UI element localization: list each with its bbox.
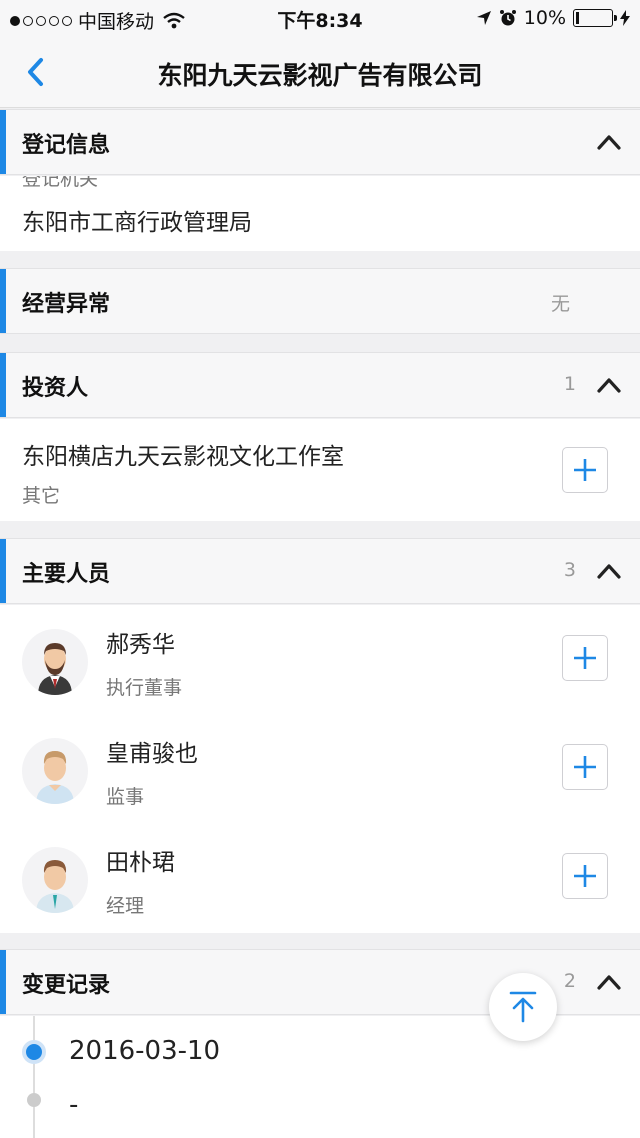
chevron-up-icon[interactable] xyxy=(596,132,622,152)
section-header-key-persons[interactable]: 主要人员 3 xyxy=(0,538,640,604)
change-timeline xyxy=(0,1016,640,1138)
list-item[interactable]: 郝秀华 执行董事 xyxy=(0,605,640,714)
avatar xyxy=(22,847,88,913)
alarm-icon xyxy=(499,10,516,26)
person-role: 执行董事 xyxy=(106,677,183,699)
person-name: 郝秀华 xyxy=(106,632,175,658)
section-count: 2 xyxy=(563,970,576,992)
list-item[interactable]: 田朴珺 经理 xyxy=(0,823,640,933)
timeline-dot xyxy=(27,1093,41,1107)
change-date[interactable]: - xyxy=(69,1090,78,1120)
chevron-up-icon[interactable] xyxy=(596,561,622,581)
chevron-up-icon[interactable] xyxy=(596,972,622,992)
section-count: 3 xyxy=(563,559,576,581)
registration-authority-value: 东阳市工商行政管理局 xyxy=(22,210,252,236)
navigation-bar: 东阳九天云影视广告有限公司 xyxy=(0,36,640,108)
add-follow-button[interactable] xyxy=(562,635,608,681)
page-title: 东阳九天云影视广告有限公司 xyxy=(157,61,483,90)
person-role: 经理 xyxy=(106,895,145,917)
person-name: 皇甫骏也 xyxy=(106,741,198,767)
arrow-up-to-top-icon xyxy=(509,991,537,1023)
section-accent-bar xyxy=(0,950,6,1014)
section-header-registration[interactable]: 登记信息 xyxy=(0,109,640,175)
plus-icon xyxy=(574,459,596,481)
battery-percent: 10% xyxy=(523,7,566,29)
person-name: 田朴珺 xyxy=(106,850,175,876)
list-item[interactable]: 皇甫骏也 监事 xyxy=(0,714,640,823)
plus-icon xyxy=(574,756,596,778)
section-title: 主要人员 xyxy=(22,562,111,587)
section-accent-bar xyxy=(0,539,6,603)
registration-panel: 登记机关 东阳市工商行政管理局 xyxy=(0,176,640,251)
investor-list: 东阳横店九天云影视文化工作室 其它 xyxy=(0,419,640,521)
person-bearded-icon xyxy=(38,643,72,695)
person-icon xyxy=(36,751,74,804)
section-accent-bar xyxy=(0,269,6,333)
key-persons-list: 郝秀华 执行董事 皇甫骏也 监事 田朴珺 经理 xyxy=(0,605,640,933)
chevron-up-icon[interactable] xyxy=(596,375,622,395)
add-follow-button[interactable] xyxy=(562,744,608,790)
change-date[interactable]: 2016-03-10 xyxy=(69,1036,220,1066)
registration-authority-label: 登记机关 xyxy=(22,176,99,190)
section-accent-bar xyxy=(0,353,6,417)
scroll-to-top-button[interactable] xyxy=(489,973,557,1041)
person-role: 监事 xyxy=(106,786,145,808)
avatar xyxy=(22,629,88,695)
person-tie-icon xyxy=(36,860,74,913)
investor-type: 其它 xyxy=(22,485,61,507)
section-header-abnormal[interactable]: 经营异常 无 xyxy=(0,268,640,334)
add-follow-button[interactable] xyxy=(562,853,608,899)
section-accent-bar xyxy=(0,110,6,174)
timeline-line xyxy=(33,1016,35,1138)
section-header-investors[interactable]: 投资人 1 xyxy=(0,352,640,418)
section-title: 投资人 xyxy=(22,376,89,401)
charging-icon xyxy=(620,10,630,26)
status-bar: 中国移动 下午8:34 10% xyxy=(0,0,640,36)
timeline-dot-active xyxy=(22,1040,46,1064)
section-title: 登记信息 xyxy=(22,133,111,158)
abnormal-value: 无 xyxy=(550,293,570,315)
section-count: 1 xyxy=(563,373,576,395)
add-follow-button[interactable] xyxy=(562,447,608,493)
plus-icon xyxy=(574,865,596,887)
list-item[interactable]: 东阳横店九天云影视文化工作室 其它 xyxy=(0,419,640,521)
battery-icon xyxy=(573,9,617,27)
investor-name: 东阳横店九天云影视文化工作室 xyxy=(22,444,344,470)
location-arrow-icon xyxy=(476,11,491,25)
avatar xyxy=(22,738,88,804)
plus-icon xyxy=(574,647,596,669)
section-title: 经营异常 xyxy=(22,292,111,317)
section-title: 变更记录 xyxy=(22,973,111,998)
